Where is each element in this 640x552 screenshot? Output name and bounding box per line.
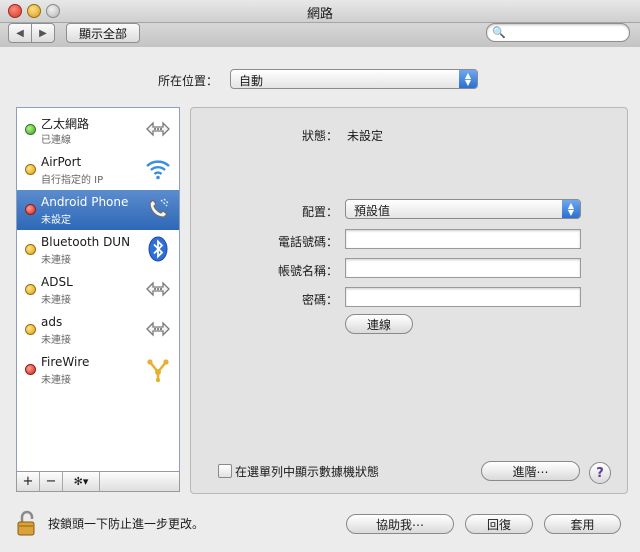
location-label: 所在位置： [158, 74, 219, 88]
popup-arrows-icon: ▲ ▼ [459, 70, 477, 88]
service-item[interactable]: ADSL 未連接 [17, 270, 179, 310]
show-all-button[interactable]: 顯示全部 [66, 23, 140, 43]
service-list[interactable]: 乙太網路已連線 AirPort 自行指定的 IP Android Phone 未設定 Bl… [16, 107, 180, 473]
status-dot-icon [25, 324, 36, 335]
service-item[interactable]: 乙太網路 已連線 [17, 110, 179, 150]
service-list-buttons: + − ✻▾ [16, 471, 180, 492]
service-item[interactable]: AirPort 自行指定的 IP [17, 150, 179, 190]
forward-button[interactable]: ▶ [31, 23, 55, 43]
status-dot-icon [25, 244, 36, 255]
service-item[interactable]: Android Phone 未設定 [17, 190, 179, 230]
service-name: ads [41, 315, 63, 329]
search-icon: 🔍 [492, 26, 506, 39]
status-value: 未設定 [347, 129, 384, 143]
search-input[interactable]: 🔍 [486, 23, 630, 42]
status-dot-icon [25, 124, 36, 135]
phone-number-field[interactable] [345, 229, 581, 249]
phone-icon [144, 195, 172, 223]
service-name: AirPort [41, 155, 82, 169]
add-service-button[interactable]: + [17, 472, 40, 491]
apply-button[interactable]: 套用 [544, 514, 621, 534]
service-status: 已連線 [41, 135, 71, 146]
ethernet-icon [144, 275, 172, 303]
window-title: 網路 [306, 7, 333, 22]
service-name: FireWire [41, 355, 90, 369]
lock-hint-text: 按鎖頭一下防止進一步更改。 [48, 517, 205, 531]
lock-icon[interactable] [16, 509, 38, 537]
service-status: 未設定 [41, 215, 71, 226]
phone-number-label: 電話號碼： [277, 235, 338, 249]
service-item[interactable]: FireWire 未連接 [17, 350, 179, 390]
config-value: 預設值 [354, 204, 391, 218]
account-name-label: 帳號名稱： [277, 264, 338, 278]
service-name: Bluetooth DUN [41, 235, 131, 249]
service-status: 未連接 [41, 255, 71, 266]
status-dot-icon [25, 164, 36, 175]
password-field[interactable] [345, 287, 581, 307]
password-label: 密碼： [301, 293, 338, 307]
service-status: 未連接 [41, 335, 71, 346]
location-value: 自動 [239, 74, 264, 88]
ethernet-icon [144, 315, 172, 343]
remove-service-button[interactable]: − [40, 472, 63, 491]
gear-menu-button[interactable]: ✻▾ [63, 472, 100, 491]
config-popup[interactable]: 預設值 ▲ ▼ [345, 199, 581, 219]
ethernet-icon [144, 115, 172, 143]
toolbar: ◀ ▶ 顯示全部 🔍 [0, 23, 640, 47]
service-name: ADSL [41, 275, 73, 289]
firewire-icon [144, 355, 172, 383]
location-popup[interactable]: 自動 ▲ ▼ [230, 69, 478, 89]
status-dot-icon [25, 204, 36, 215]
service-status: 未連接 [41, 375, 71, 386]
show-modem-status-label: 在選單列中顯示數據機狀態 [235, 465, 380, 479]
revert-button[interactable]: 回復 [465, 514, 533, 534]
back-button[interactable]: ◀ [8, 23, 32, 43]
wifi-icon [144, 155, 172, 183]
popup-arrows-icon: ▲ ▼ [562, 200, 580, 218]
help-button[interactable]: ? [589, 462, 611, 484]
status-dot-icon [25, 284, 36, 295]
service-status: 未連接 [41, 295, 71, 306]
advanced-button[interactable]: 進階⋯ [481, 461, 580, 481]
service-item[interactable]: ads 未連接 [17, 310, 179, 350]
status-label: 狀態： [301, 129, 338, 143]
show-modem-status-checkbox[interactable] [218, 464, 232, 478]
config-label: 配置： [301, 205, 338, 219]
assist-me-button[interactable]: 協助我⋯ [346, 514, 454, 534]
bluetooth-icon [144, 235, 172, 263]
status-dot-icon [25, 364, 36, 375]
title-bar: 網路 [0, 0, 640, 23]
service-name: 乙太網路 [41, 117, 90, 131]
service-status: 自行指定的 IP [41, 175, 104, 186]
account-name-field[interactable] [345, 258, 581, 278]
service-name: Android Phone [41, 195, 129, 209]
connect-button[interactable]: 連線 [345, 314, 413, 334]
service-item[interactable]: Bluetooth DUN 未連接 [17, 230, 179, 270]
